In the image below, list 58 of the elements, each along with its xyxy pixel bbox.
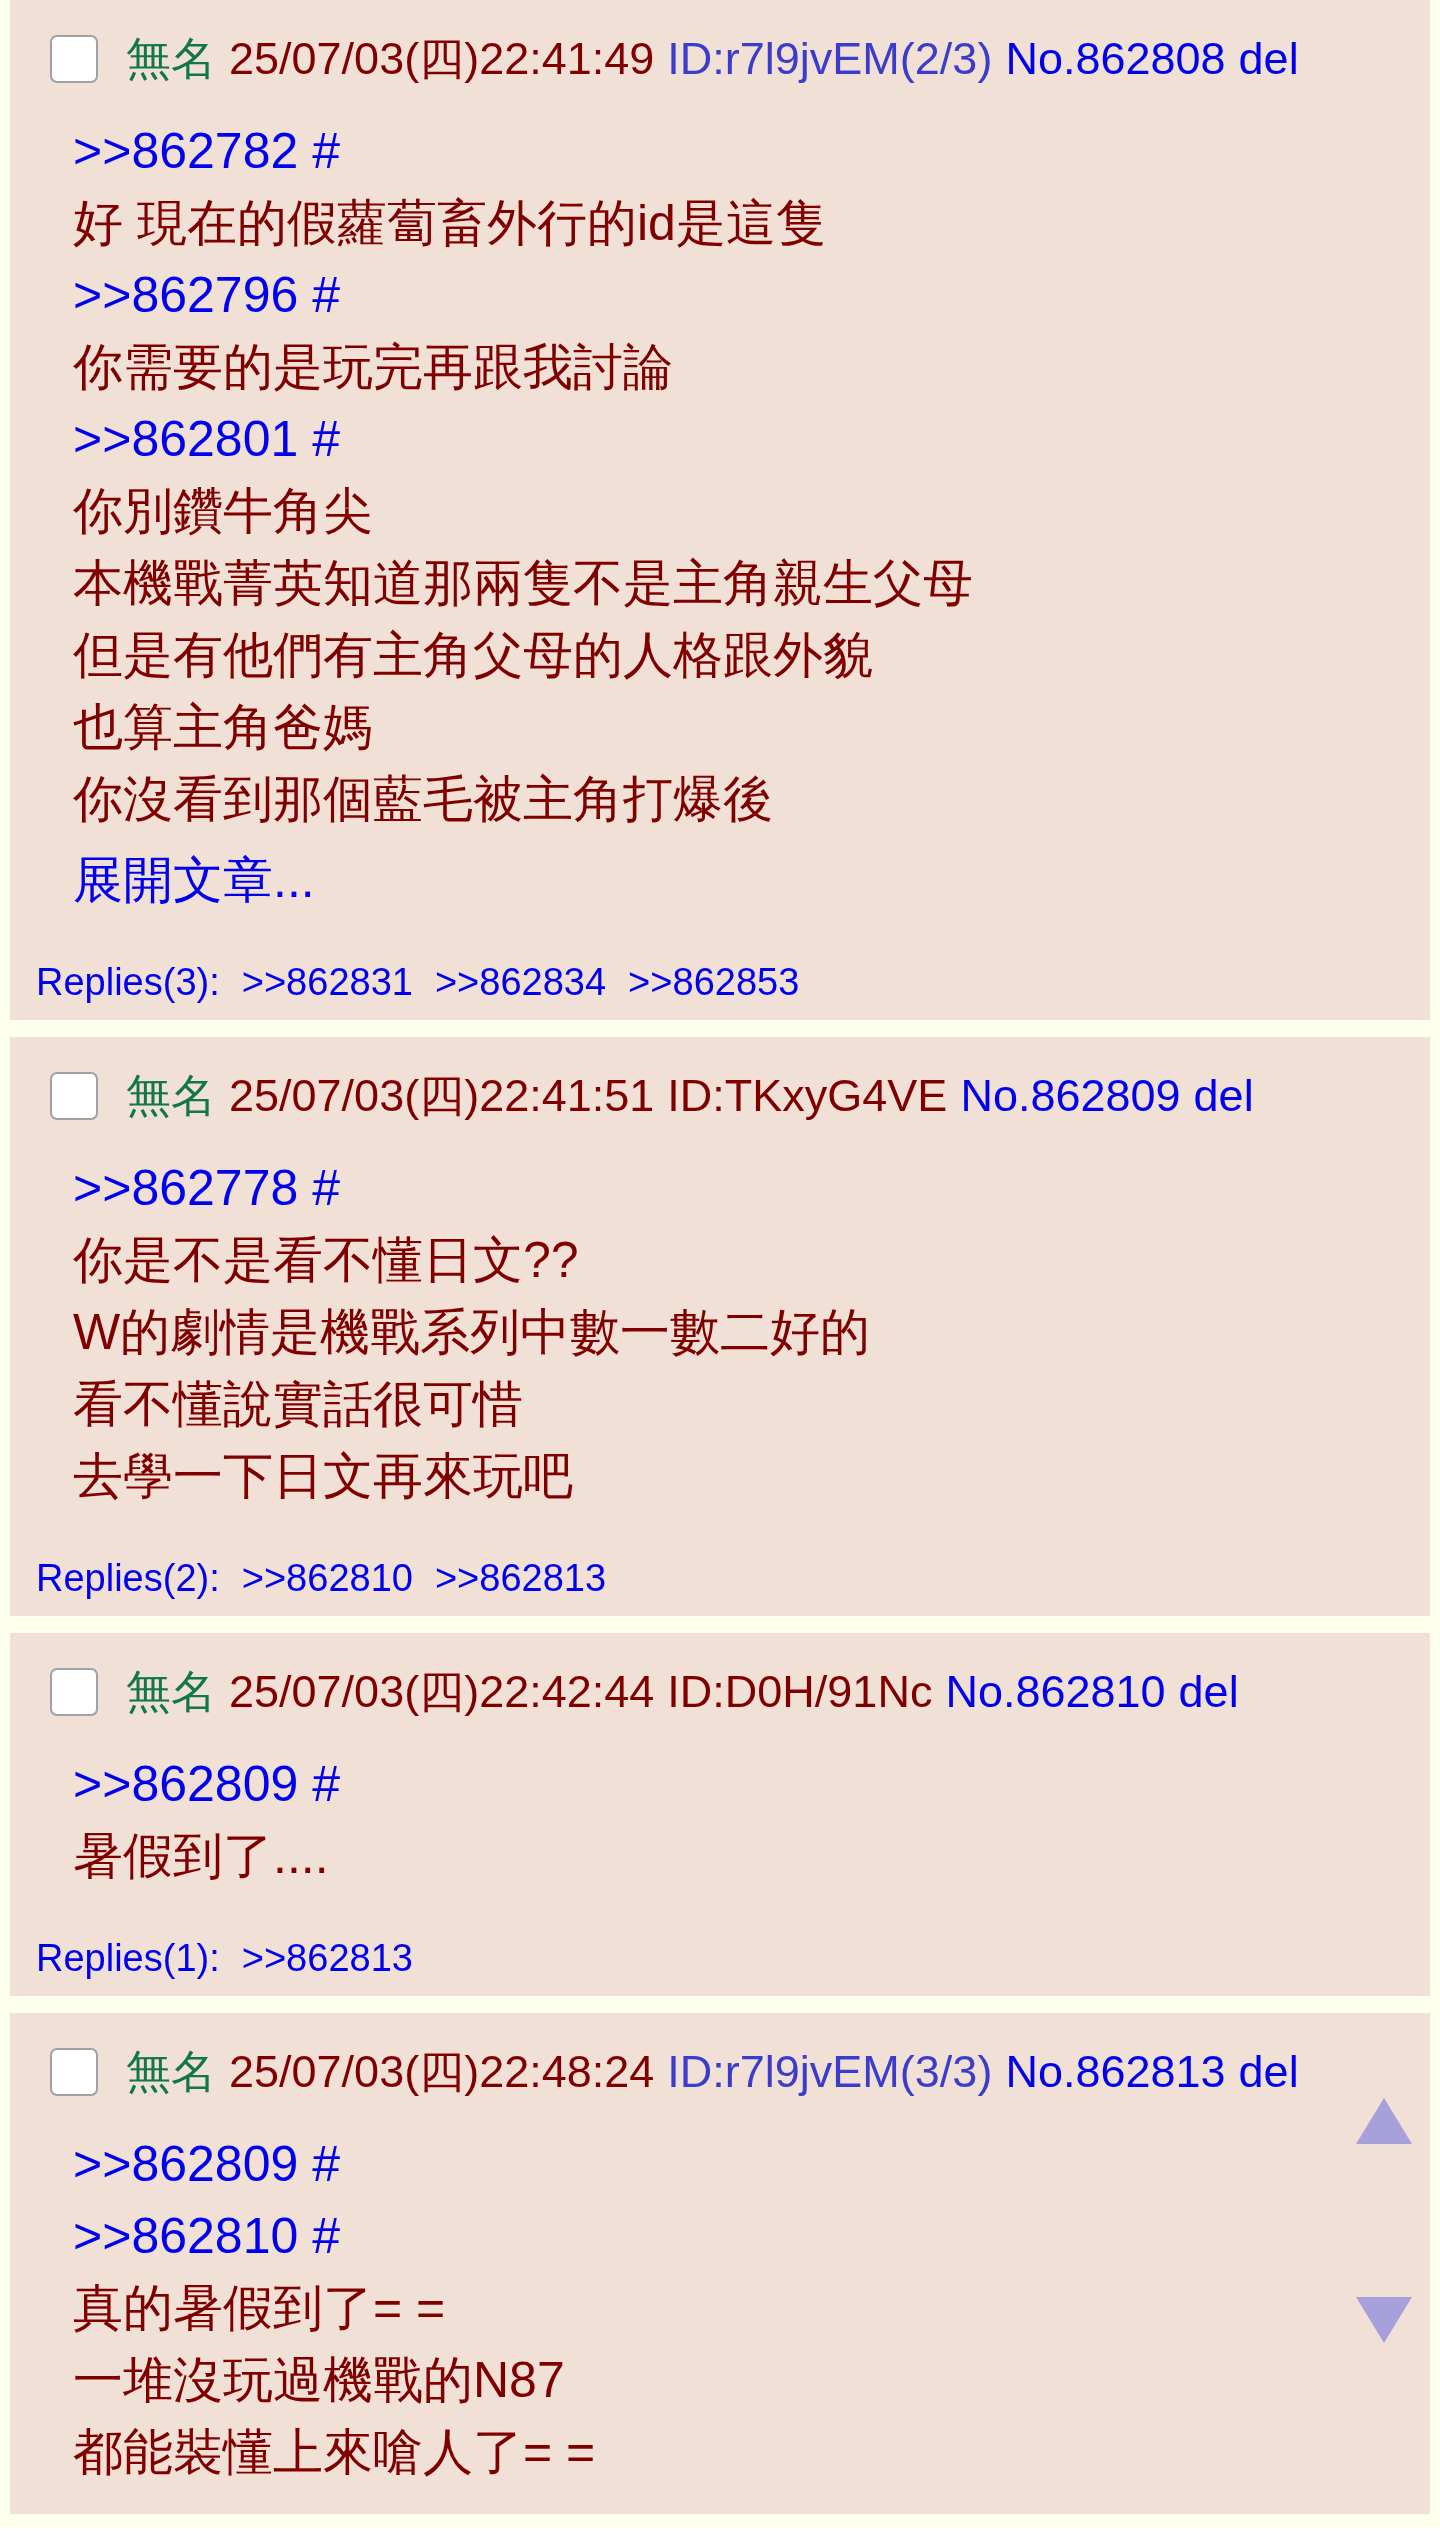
post-text-line: 也算主角爸媽: [73, 698, 373, 757]
reply-link[interactable]: >>862813: [241, 1933, 413, 1983]
poster-name: 無名: [126, 32, 216, 86]
post-text-line: 你沒看到那個藍毛被主角打爆後: [73, 770, 773, 829]
post-number-link[interactable]: No.862809: [960, 1070, 1181, 1122]
expand-post-link[interactable]: 展開文章...: [73, 844, 315, 916]
post-text-line: 一堆沒玩過機戰的N87: [73, 2351, 565, 2410]
poster-id: ID:r7l9jvEM(3/3): [667, 2046, 993, 2098]
poster-id: ID:TKxyG4VE: [667, 1070, 948, 1122]
quote-link[interactable]: >>862809 #: [73, 1748, 340, 1820]
quote-link[interactable]: >>862810 #: [73, 2200, 340, 2272]
quote-link[interactable]: >>862809 #: [73, 2128, 340, 2200]
post-text-line: 暑假到了....: [73, 1827, 329, 1886]
up-triangle-icon[interactable]: [1356, 2098, 1412, 2144]
select-checkbox[interactable]: [50, 1072, 98, 1120]
quote-link[interactable]: >>862796 #: [73, 259, 340, 331]
delete-link[interactable]: del: [1193, 1070, 1254, 1122]
select-checkbox[interactable]: [50, 2048, 98, 2096]
poster-name: 無名: [126, 1069, 216, 1123]
post-text-line: 都能裝懂上來嗆人了= =: [73, 2423, 596, 2482]
select-checkbox[interactable]: [50, 35, 98, 83]
reply-link[interactable]: >>862831: [241, 957, 413, 1007]
poster-id: ID:r7l9jvEM(2/3): [667, 33, 993, 85]
delete-link[interactable]: del: [1238, 2046, 1299, 2098]
post-text-line: 本機戰菁英知道那兩隻不是主角親生父母: [73, 554, 973, 613]
poster-name: 無名: [126, 1665, 216, 1719]
down-triangle-icon[interactable]: [1356, 2297, 1412, 2343]
reply-link[interactable]: >>862813: [434, 1553, 607, 1603]
delete-link[interactable]: del: [1178, 1666, 1239, 1718]
post-text-line: 好 現在的假蘿蔔畜外行的id是這隻: [73, 194, 826, 253]
replies-label: Replies(1):: [36, 1936, 220, 1981]
reply-link[interactable]: >>862810: [241, 1553, 413, 1603]
post-text-line: 但是有他們有主角父母的人格跟外貌: [73, 626, 873, 685]
quote-link[interactable]: >>862801 #: [73, 403, 340, 475]
post-datetime: 25/07/03(四)22:42:44: [229, 1665, 655, 1719]
post-text-line: 去學一下日文再來玩吧: [73, 1447, 573, 1506]
post-datetime: 25/07/03(四)22:41:51: [229, 1069, 655, 1123]
post-number-link[interactable]: No.862808: [1005, 33, 1226, 85]
replies-label: Replies(3):: [36, 960, 220, 1005]
reply-link[interactable]: >>862853: [628, 957, 800, 1007]
quote-link[interactable]: >>862778 #: [73, 1152, 340, 1224]
poster-name: 無名: [126, 2045, 216, 2099]
quote-link[interactable]: >>862782 #: [73, 115, 340, 187]
post-datetime: 25/07/03(四)22:48:24: [229, 2045, 655, 2099]
post-datetime: 25/07/03(四)22:41:49: [229, 32, 655, 86]
replies-label: Replies(2):: [36, 1556, 220, 1601]
reply-link[interactable]: >>862834: [434, 957, 607, 1007]
post-text-line: 你別鑽牛角尖: [73, 482, 373, 541]
post-number-link[interactable]: No.862813: [1005, 2046, 1226, 2098]
post-text-line: 真的暑假到了= =: [73, 2279, 446, 2338]
post-text-line: W的劇情是機戰系列中數一數二好的: [73, 1303, 871, 1362]
post-text-line: 你需要的是玩完再跟我討論: [73, 338, 673, 397]
post-text-line: 你是不是看不懂日文??: [73, 1231, 579, 1290]
delete-link[interactable]: del: [1238, 33, 1299, 85]
post-text-line: 看不懂說實話很可惜: [73, 1375, 523, 1434]
post-number-link[interactable]: No.862810: [945, 1666, 1166, 1718]
poster-id: ID:D0H/91Nc: [667, 1666, 933, 1718]
select-checkbox[interactable]: [50, 1668, 98, 1716]
